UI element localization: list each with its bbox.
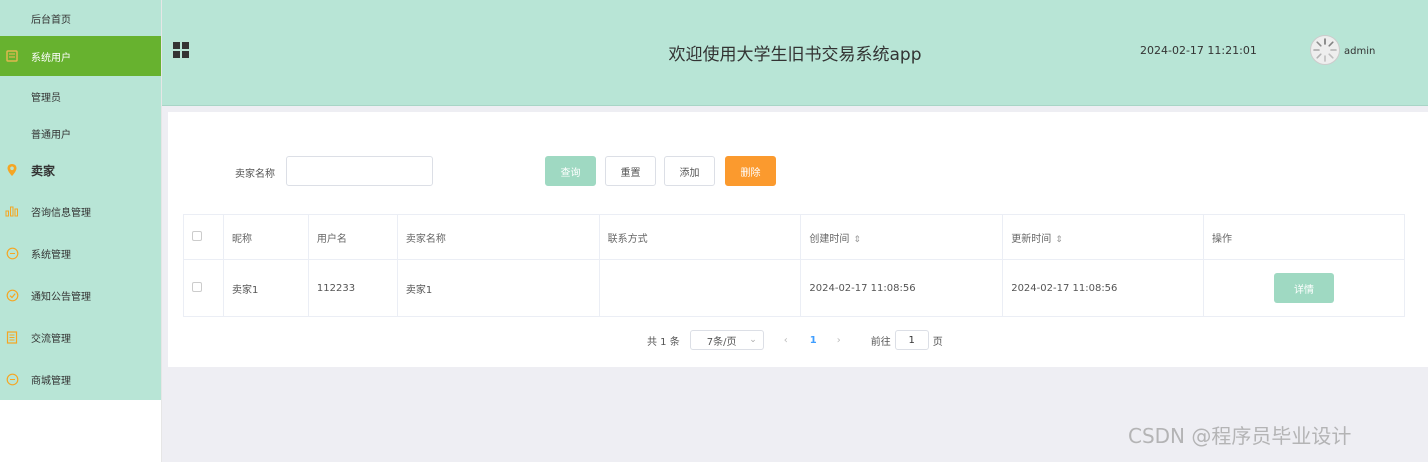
sort-icon[interactable]: ⇕	[853, 235, 861, 245]
sidebar-item-label: 系统管理	[31, 249, 71, 261]
check-circle-icon	[5, 288, 19, 302]
column-header: 联系方式	[598, 214, 802, 260]
query-button[interactable]: 查询	[545, 156, 596, 186]
cell-seller-name: 卖家1	[396, 259, 600, 317]
column-header-sortable[interactable]: 更新时间 ⇕	[1002, 214, 1205, 260]
row-checkbox[interactable]	[192, 281, 202, 292]
goto-page-input[interactable]: 1	[894, 330, 929, 350]
page-size-select[interactable]: 7条/页 ⌄	[689, 330, 764, 350]
column-header: 昵称	[222, 214, 309, 260]
cell-username: 112233	[307, 259, 398, 317]
sidebar-item-consult[interactable]: 咨询信息管理	[0, 190, 161, 232]
cell-contact	[598, 259, 802, 317]
seller-name-input[interactable]	[286, 156, 433, 186]
datetime-display: 2024-02-17 11:21:01	[1140, 44, 1257, 57]
chat-icon	[5, 246, 19, 260]
sidebar-menu: 后台首页 系统用户 管理员 普通用户 卖家 咨询信息管理 系统管理 通知公告管理…	[0, 0, 161, 400]
seller-table: 昵称 用户名 卖家名称 联系方式 创建时间 ⇕ 更新时间 ⇕ 操作 卖家1 1122…	[183, 214, 1405, 317]
sort-icon[interactable]: ⇕	[1055, 235, 1063, 245]
content-card: 卖家名称 查询 重置 添加 删除 昵称 用户名 卖家名称 联系方式 创建时间 ⇕ …	[168, 112, 1428, 367]
page-number-current[interactable]: 1	[810, 335, 817, 346]
sidebar-item-label: 普通用户	[31, 129, 71, 141]
row-select-cell[interactable]	[183, 259, 224, 317]
column-header-label: 更新时间	[1011, 233, 1052, 245]
username-label[interactable]: admin	[1344, 46, 1375, 57]
bar-chart-icon	[5, 204, 19, 218]
delete-button[interactable]: 删除	[725, 156, 776, 186]
watermark: CSDN @程序员毕业设计	[1128, 424, 1352, 448]
table-header-row: 昵称 用户名 卖家名称 联系方式 创建时间 ⇕ 更新时间 ⇕ 操作	[183, 214, 1405, 260]
document-icon	[5, 330, 19, 344]
prev-page-button[interactable]: ‹	[784, 335, 788, 346]
loading-spinner-icon	[1313, 38, 1337, 62]
reset-button[interactable]: 重置	[605, 156, 656, 186]
column-header-label: 创建时间	[809, 233, 850, 245]
sidebar-item-exchange[interactable]: 交流管理	[0, 316, 161, 358]
sidebar-item-label: 交流管理	[31, 333, 71, 345]
chat-icon	[5, 372, 19, 386]
sidebar-item-system-users[interactable]: 系统用户	[0, 36, 161, 76]
sidebar-item-home[interactable]: 后台首页	[0, 0, 161, 36]
cell-nickname: 卖家1	[222, 259, 309, 317]
chevron-down-icon: ⌄	[749, 335, 757, 345]
location-icon	[5, 163, 19, 177]
goto-suffix: 页	[932, 336, 943, 348]
goto-label: 前往	[870, 336, 891, 348]
avatar[interactable]	[1310, 35, 1340, 65]
sidebar-item-label: 系统用户	[31, 52, 71, 64]
next-page-button[interactable]: ›	[837, 335, 841, 346]
cell-actions: 详情	[1203, 259, 1405, 317]
total-count: 共 1 条	[647, 336, 680, 348]
search-label: 卖家名称	[235, 169, 275, 180]
sidebar-item-label: 咨询信息管理	[31, 207, 91, 219]
select-all-cell[interactable]	[183, 214, 224, 260]
top-header: 欢迎使用大学生旧书交易系统app 2024-02-17 11:21:01 adm…	[162, 0, 1428, 106]
column-header: 用户名	[307, 214, 398, 260]
user-icon	[5, 49, 19, 63]
sidebar-item-label: 卖家	[31, 163, 56, 178]
sidebar-item-notice[interactable]: 通知公告管理	[0, 274, 161, 316]
sidebar-item-label: 管理员	[31, 92, 61, 104]
sidebar: 后台首页 系统用户 管理员 普通用户 卖家 咨询信息管理 系统管理 通知公告管理…	[0, 0, 162, 462]
column-header: 操作	[1203, 214, 1405, 260]
detail-button[interactable]: 详情	[1274, 273, 1335, 303]
pagination: 共 1 条 7条/页 ⌄ ‹ 1 › 前往 1 页	[647, 330, 943, 350]
add-button[interactable]: 添加	[664, 156, 715, 186]
cell-updated: 2024-02-17 11:08:56	[1002, 259, 1205, 317]
sidebar-item-mall[interactable]: 商城管理	[0, 358, 161, 400]
sidebar-item-label: 后台首页	[31, 14, 71, 26]
table-row: 卖家1 112233 卖家1 2024-02-17 11:08:56 2024-…	[183, 259, 1405, 317]
page-size-value: 7条/页	[706, 336, 737, 348]
sidebar-item-admin[interactable]: 管理员	[0, 76, 161, 116]
sidebar-item-label: 通知公告管理	[31, 291, 91, 303]
sidebar-item-normal-users[interactable]: 普通用户	[0, 116, 161, 150]
select-all-checkbox[interactable]	[192, 230, 202, 241]
column-header: 卖家名称	[396, 214, 600, 260]
sidebar-item-system[interactable]: 系统管理	[0, 232, 161, 274]
sidebar-item-seller[interactable]: 卖家	[0, 150, 161, 190]
sidebar-item-label: 商城管理	[31, 375, 71, 387]
column-header-sortable[interactable]: 创建时间 ⇕	[800, 214, 1004, 260]
cell-created: 2024-02-17 11:08:56	[800, 259, 1004, 317]
